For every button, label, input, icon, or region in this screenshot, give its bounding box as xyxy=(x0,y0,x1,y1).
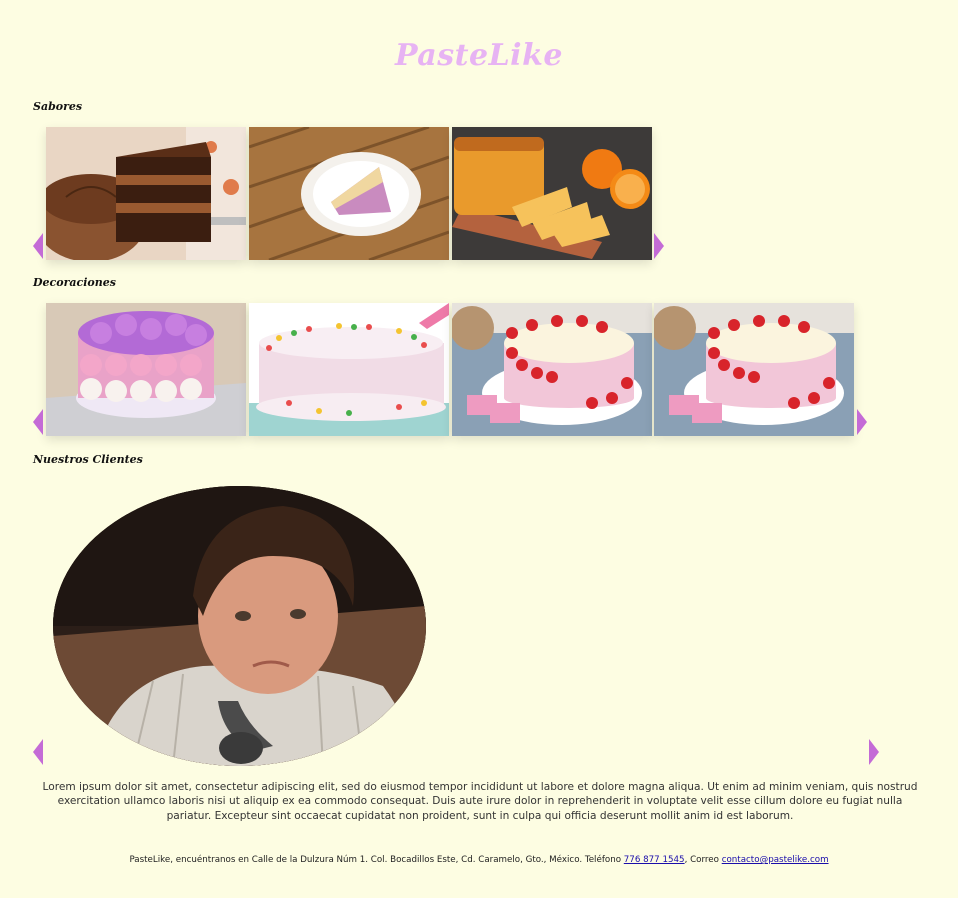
client-testimonial-text: Lorem ipsum dolor sit amet, consectetur … xyxy=(42,781,918,822)
footer-separator: , Correo xyxy=(684,855,722,865)
sabores-image-cake-slice-plate[interactable] xyxy=(249,127,449,260)
sabores-image-chocolate-cake[interactable] xyxy=(46,127,246,260)
section-title-clientes: Nuestros Clientes xyxy=(33,453,143,466)
decoraciones-next-arrow-icon[interactable] xyxy=(857,409,867,435)
clientes-next-arrow-icon[interactable] xyxy=(869,739,879,765)
decoraciones-image-rose-cake[interactable] xyxy=(46,303,246,436)
decoraciones-image-sprinkle-cake[interactable] xyxy=(249,303,449,436)
sabores-prev-arrow-icon[interactable] xyxy=(33,233,43,259)
footer-email-link[interactable]: contacto@pastelike.com xyxy=(722,855,829,865)
section-title-sabores: Sabores xyxy=(33,100,83,113)
decoraciones-image-strawberry-cake-1[interactable] xyxy=(452,303,652,436)
client-photo xyxy=(53,486,426,766)
clientes-prev-arrow-icon[interactable] xyxy=(33,739,43,765)
decoraciones-image-strawberry-cake-2[interactable] xyxy=(654,303,854,436)
brand-title: PasteLike xyxy=(395,38,563,73)
sabores-next-arrow-icon[interactable] xyxy=(654,233,664,259)
decoraciones-prev-arrow-icon[interactable] xyxy=(33,409,43,435)
section-title-decoraciones: Decoraciones xyxy=(33,276,116,289)
footer-address: PasteLike, encuéntranos en Calle de la D… xyxy=(129,855,624,865)
sabores-image-orange-loaf[interactable] xyxy=(452,127,652,260)
footer-phone-link[interactable]: 776 877 1545 xyxy=(624,855,685,865)
footer: PasteLike, encuéntranos en Calle de la D… xyxy=(0,855,958,865)
